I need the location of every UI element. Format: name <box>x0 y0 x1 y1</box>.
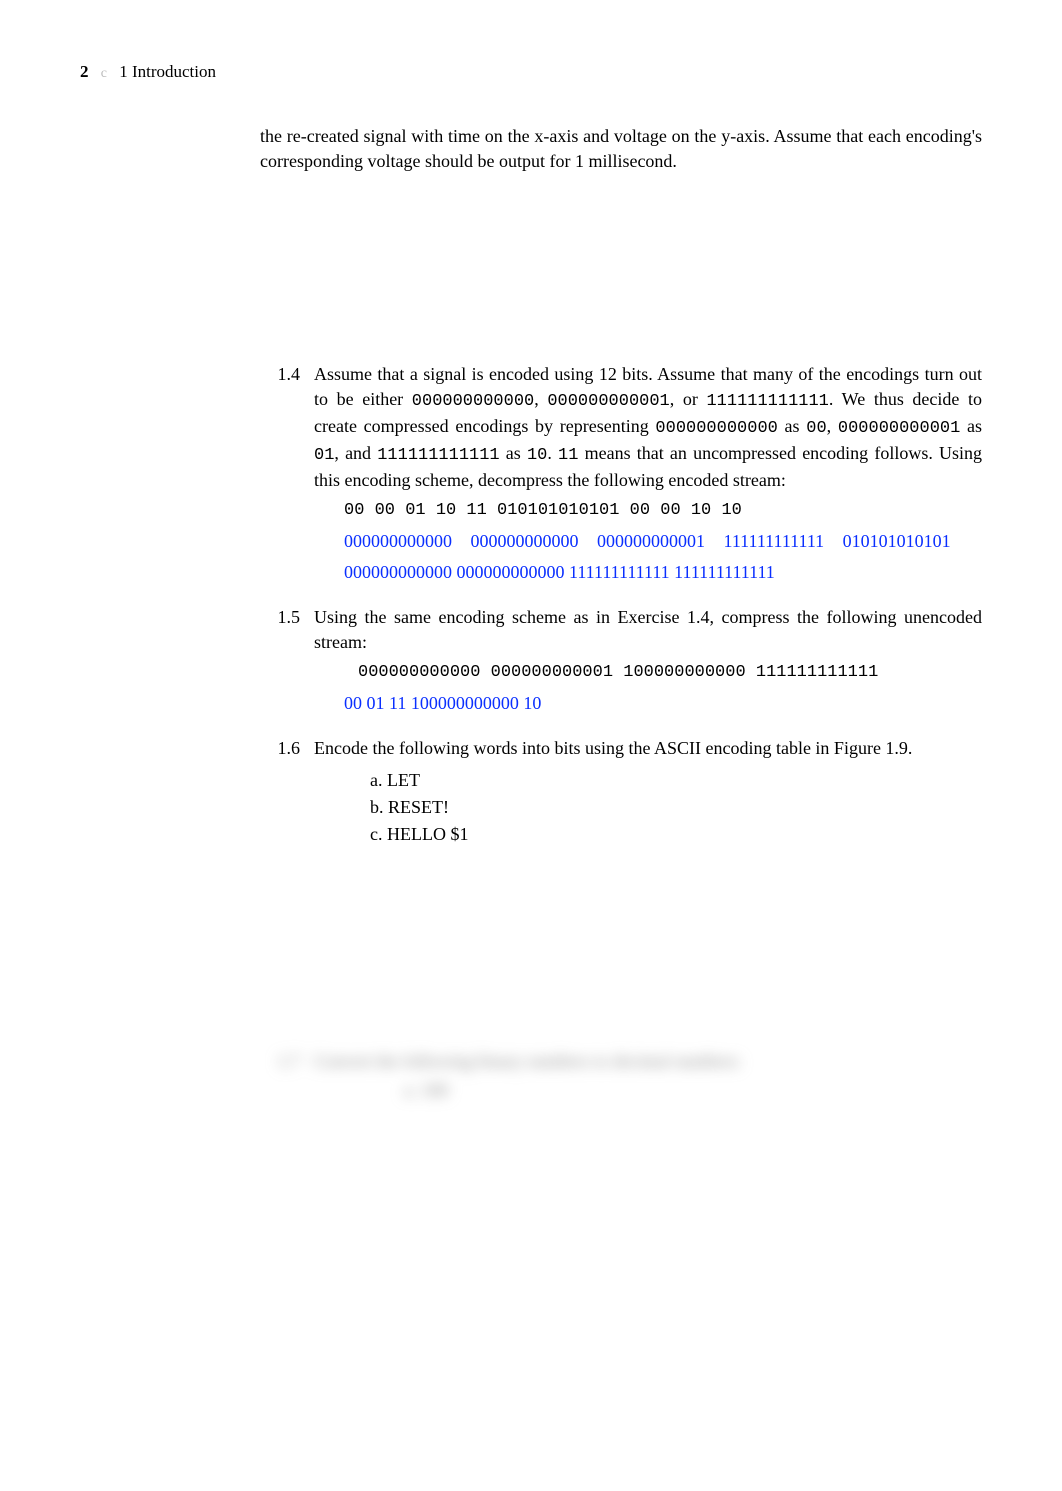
blurred-preview: 1.7 Convert the following binary numbers… <box>260 1049 982 1103</box>
exercise-body: Encode the following words into bits usi… <box>314 736 982 849</box>
exercise-body: Convert the following binary numbers to … <box>314 1049 982 1103</box>
answer-line-1: 000000000000 000000000000 000000000001 1… <box>344 529 982 554</box>
code: 111111111111 <box>706 392 828 411</box>
answer-line: 00 01 11 100000000000 10 <box>344 691 982 716</box>
exercise-text: Encode the following words into bits usi… <box>314 736 982 761</box>
sub-items: a. LET b. RESET! c. HELLO $1 <box>370 768 982 848</box>
code: 11 <box>558 446 578 465</box>
exercise-body: Using the same encoding scheme as in Exe… <box>314 605 982 722</box>
page-number: 2 <box>80 62 89 81</box>
answer-line-2: 000000000000 000000000000 111111111111 1… <box>344 560 982 585</box>
page-container: 2 c 1 Introduction the re-created signal… <box>0 0 1062 1178</box>
chapter-label: 1 Introduction <box>119 62 216 81</box>
blurred-sub-a: a. 100 <box>404 1078 982 1103</box>
t: , and <box>334 443 377 463</box>
content-area: the re-created signal with time on the x… <box>260 124 982 1104</box>
sub-b: b. RESET! <box>370 795 982 820</box>
code: 000000000001 <box>547 392 669 411</box>
t: as <box>960 416 982 436</box>
code: 111111111111 <box>377 446 499 465</box>
exercise-body: Assume that a signal is encoded using 12… <box>314 362 982 591</box>
header-separator: c <box>101 66 107 81</box>
t: , or <box>670 389 707 409</box>
code: 000000000000 <box>655 419 777 438</box>
exercise-1-7-blurred: 1.7 Convert the following binary numbers… <box>260 1049 982 1103</box>
intro-paragraph: the re-created signal with time on the x… <box>260 124 982 174</box>
exercise-number: 1.5 <box>260 605 300 722</box>
exercise-text: Assume that a signal is encoded using 12… <box>314 362 982 493</box>
exercise-number: 1.6 <box>260 736 300 849</box>
code: 000000000001 <box>838 419 960 438</box>
code-stream: 000000000000 000000000001 100000000000 1… <box>358 661 982 685</box>
exercise-text: Using the same encoding scheme as in Exe… <box>314 605 982 655</box>
exercise-1-4: 1.4 Assume that a signal is encoded usin… <box>260 362 982 591</box>
code-stream: 00 00 01 10 11 010101010101 00 00 10 10 <box>344 499 982 523</box>
code: 000000000000 <box>412 392 534 411</box>
blurred-text: Convert the following binary numbers to … <box>314 1049 982 1074</box>
exercise-1-6: 1.6 Encode the following words into bits… <box>260 736 982 849</box>
t: , <box>827 416 838 436</box>
t: , <box>534 389 547 409</box>
exercise-1-5: 1.5 Using the same encoding scheme as in… <box>260 605 982 722</box>
code: 10 <box>527 446 547 465</box>
code: 00 <box>806 419 826 438</box>
page-header: 2 c 1 Introduction <box>80 60 982 84</box>
exercise-number: 1.4 <box>260 362 300 591</box>
t: . <box>547 443 558 463</box>
t: as <box>500 443 527 463</box>
code: 01 <box>314 446 334 465</box>
exercise-number: 1.7 <box>260 1049 300 1103</box>
t: as <box>778 416 806 436</box>
sub-a: a. LET <box>370 768 982 793</box>
sub-c: c. HELLO $1 <box>370 822 982 847</box>
